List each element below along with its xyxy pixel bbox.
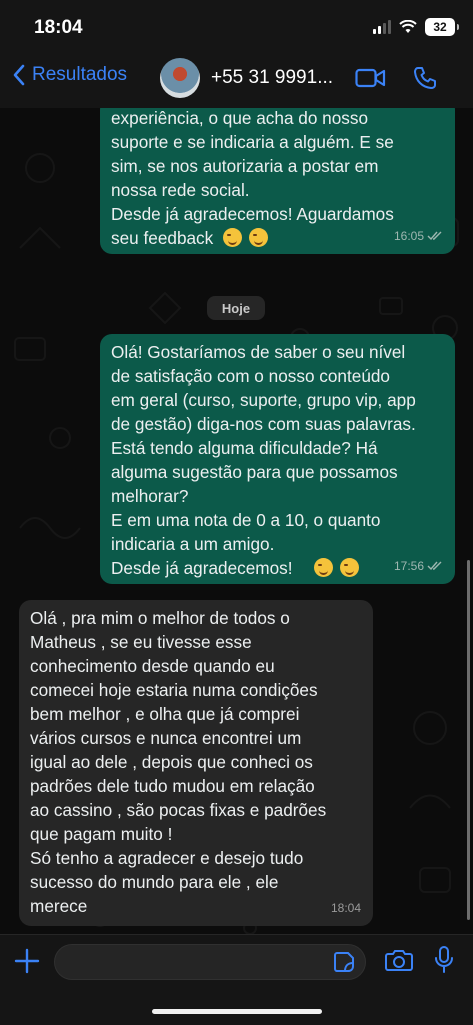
wifi-icon [399,20,417,33]
microphone-icon[interactable] [434,946,454,974]
back-button[interactable]: Resultados [12,64,127,86]
camera-icon[interactable] [385,948,413,972]
chat-header: Resultados +55 31 9991... [0,52,473,109]
double-check-icon [427,231,442,241]
message-meta: 18:04 [331,896,361,920]
status-bar: 18:04 32 [0,0,473,52]
status-icons: 32 [373,18,459,36]
signal-icon [373,20,391,34]
chevron-left-icon [13,64,25,86]
scroll-indicator[interactable] [467,560,470,920]
back-label: Resultados [32,64,128,85]
status-time: 18:04 [34,17,83,38]
message-input[interactable] [67,951,326,975]
message-bubble-incoming[interactable]: Olá , pra mim o melhor de todos o Matheu… [19,600,373,926]
video-call-icon[interactable] [355,67,386,89]
message-time: 18:04 [330,901,361,915]
message-input-field[interactable] [54,944,366,980]
double-check-icon [427,561,442,571]
battery-icon: 32 [425,18,459,36]
date-separator: Hoje [207,296,265,320]
message-bubble-outgoing[interactable]: experiência, o que acha do nosso suporte… [100,108,455,254]
plus-icon[interactable] [14,948,40,974]
message-bubble-outgoing[interactable]: Olá! Gostaríamos de saber o seu nível de… [100,334,455,584]
message-meta: 17:56 [394,554,443,578]
message-meta: 16:05 [394,224,443,248]
message-text: Olá , pra mim o melhor de todos o Matheu… [30,608,327,916]
composer-bar [0,934,473,1025]
message-time: 16:05 [393,229,424,243]
chat-area[interactable]: experiência, o que acha do nosso suporte… [0,108,473,934]
phone-call-icon[interactable] [413,66,437,90]
emoji-wink-2 [312,556,359,580]
message-time: 17:56 [393,559,424,573]
home-indicator [152,1009,322,1014]
emoji-wink-1 [221,226,268,250]
message-text: Olá! Gostaríamos de saber o seu nível de… [111,342,416,578]
contact-name[interactable]: +55 31 9991... [211,67,333,89]
sticker-icon[interactable] [333,951,355,973]
avatar[interactable] [160,58,200,98]
